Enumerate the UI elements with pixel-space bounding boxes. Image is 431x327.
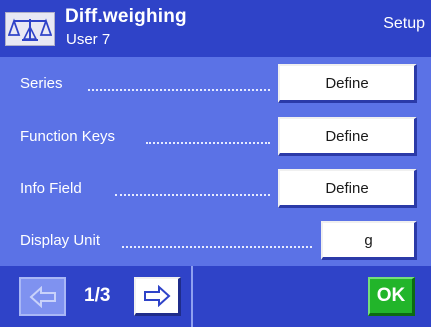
leader-dots (88, 79, 270, 91)
settings-row-info-field: Info Field Define (0, 164, 431, 216)
function-keys-label: Function Keys (20, 128, 116, 145)
arrow-left-icon (29, 285, 56, 308)
differential-weighing-setup-screen: Diff.weighing User 7 Setup Series Define… (0, 0, 431, 327)
info-field-define-button[interactable]: Define (278, 169, 417, 208)
previous-page-button[interactable] (19, 277, 66, 316)
footer-bar: 1/3 OK (0, 266, 431, 327)
header-bar: Diff.weighing User 7 Setup (0, 0, 431, 57)
arrow-right-icon (144, 285, 171, 307)
info-field-label: Info Field (20, 180, 82, 197)
user-label: User 7 (66, 31, 111, 48)
display-unit-label: Display Unit (20, 232, 101, 249)
mode-label: Setup (383, 15, 425, 32)
settings-list: Series Define Function Keys Define Info … (0, 57, 431, 266)
ok-button[interactable]: OK (368, 277, 415, 316)
leader-dots (115, 184, 270, 196)
settings-row-display-unit: Display Unit g (0, 216, 431, 268)
settings-row-series: Series Define (0, 59, 431, 111)
function-keys-define-button[interactable]: Define (278, 117, 417, 156)
display-unit-button[interactable]: g (321, 221, 417, 260)
next-page-button[interactable] (134, 277, 181, 316)
footer-divider (191, 266, 193, 327)
series-define-button[interactable]: Define (278, 64, 417, 103)
leader-dots (146, 132, 270, 144)
balance-scale-icon (5, 12, 55, 46)
page-indicator: 1/3 (84, 285, 111, 306)
leader-dots (122, 236, 312, 248)
settings-row-function-keys: Function Keys Define (0, 112, 431, 164)
series-label: Series (20, 75, 63, 92)
app-title: Diff.weighing (65, 6, 187, 27)
